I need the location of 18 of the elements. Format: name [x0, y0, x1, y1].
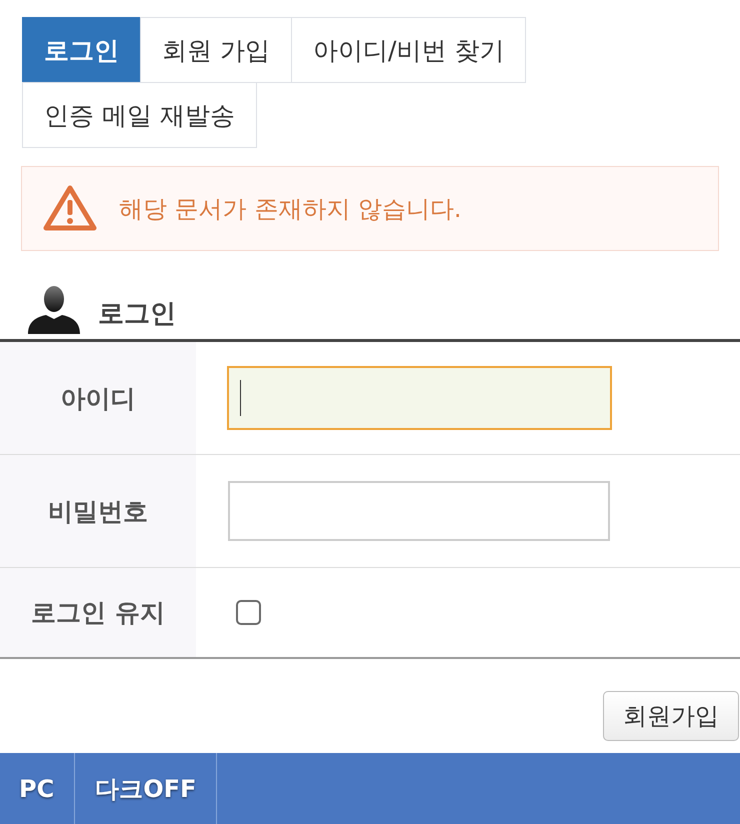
signup-button[interactable]: 회원가입: [603, 691, 739, 741]
warning-icon: [43, 185, 97, 232]
checkbox[interactable]: [236, 600, 261, 625]
tab[interactable]: 회원 가입: [140, 17, 292, 83]
alert-message: 해당 문서가 존재하지 않습니다.: [119, 194, 462, 224]
footer-link[interactable]: 다크OFF: [75, 753, 218, 824]
password-field[interactable]: [228, 481, 610, 541]
tab[interactable]: 로그인: [22, 17, 141, 83]
text-cursor: [240, 380, 241, 416]
person-icon: [26, 286, 82, 334]
field-label: 비밀번호: [0, 455, 196, 567]
field-label: 로그인 유지: [0, 568, 196, 657]
footer-link[interactable]: PC: [0, 753, 76, 824]
tab[interactable]: 인증 메일 재발송: [22, 82, 257, 148]
section-title: 로그인: [98, 298, 176, 330]
tab[interactable]: 아이디/비번 찾기: [290, 17, 526, 83]
id-field[interactable]: [227, 366, 612, 430]
field-label: 아이디: [0, 342, 196, 454]
